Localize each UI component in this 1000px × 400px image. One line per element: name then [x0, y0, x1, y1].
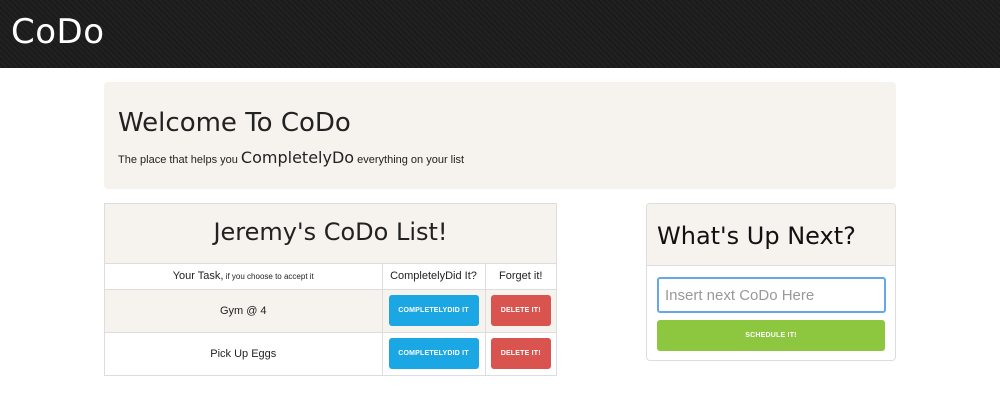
tagline-prefix: The place that helps you: [118, 154, 241, 166]
delete-button[interactable]: DELETE IT!: [490, 338, 551, 370]
table-row: Gym @ 4 COMPLETELYDID IT DELETE IT!: [105, 289, 556, 333]
page-title: Welcome To CoDo: [118, 108, 351, 138]
delete-button[interactable]: DELETE IT!: [490, 295, 551, 326]
table-row: Pick Up Eggs COMPLETELYDID IT DELETE IT!: [105, 332, 556, 375]
done-cell: COMPLETELYDID IT: [382, 332, 486, 375]
todo-table: Your Task, if you choose to accept it Co…: [105, 264, 556, 375]
done-cell: COMPLETELYDID IT: [382, 289, 486, 333]
todo-list-panel: Jeremy's CoDo List! Your Task, if you ch…: [104, 203, 557, 376]
task-name: Pick Up Eggs: [105, 332, 383, 375]
delete-cell: DELETE IT!: [485, 332, 556, 375]
whats-up-next-title: What's Up Next?: [657, 222, 856, 250]
navbar: CoDo: [0, 0, 1000, 68]
schedule-it-button[interactable]: SCHEDULE IT!: [657, 320, 885, 351]
header-done: CompletelyDid It?: [382, 264, 486, 290]
brand-logo[interactable]: CoDo: [11, 12, 105, 52]
header-forget: Forget it!: [485, 264, 556, 290]
completely-did-it-button[interactable]: COMPLETELYDID IT: [388, 295, 479, 326]
whats-up-next-panel: What's Up Next? SCHEDULE IT!: [646, 203, 896, 361]
tagline-emphasis: CompletelyDo: [240, 148, 355, 167]
header-task-hint: if you choose to accept it: [223, 272, 314, 282]
header-task: Your Task, if you choose to accept it: [105, 264, 383, 290]
whats-up-next-heading: What's Up Next?: [647, 204, 895, 266]
tagline-suffix: everything on your list: [354, 154, 465, 166]
todo-list-heading: Jeremy's CoDo List!: [105, 204, 556, 264]
header-task-label: Your Task,: [172, 270, 224, 283]
task-name: Gym @ 4: [105, 289, 383, 333]
completely-did-it-button[interactable]: COMPLETELYDID IT: [388, 338, 479, 370]
welcome-banner: Welcome To CoDo The place that helps you…: [104, 82, 896, 189]
tagline: The place that helps you CompletelyDo ev…: [118, 148, 464, 167]
table-header-row: Your Task, if you choose to accept it Co…: [105, 264, 556, 290]
new-codo-input[interactable]: [657, 277, 886, 313]
delete-cell: DELETE IT!: [485, 289, 556, 333]
todo-list-title: Jeremy's CoDo List!: [213, 218, 448, 246]
